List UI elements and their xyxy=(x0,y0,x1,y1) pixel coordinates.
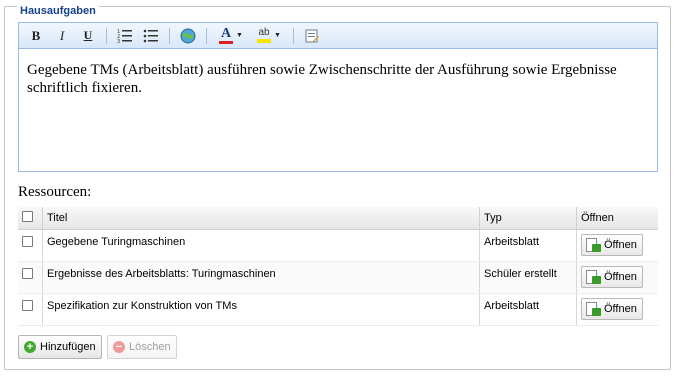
row-checkbox[interactable] xyxy=(22,300,33,311)
resource-title: Gegebene Turingmaschinen xyxy=(42,229,480,262)
bullet-list-icon xyxy=(143,29,158,42)
ordered-list-icon: 1 2 3 xyxy=(117,29,132,44)
delete-resource-button[interactable]: − Löschen xyxy=(107,335,177,359)
underline-button[interactable]: U xyxy=(77,26,99,46)
table-row[interactable]: Gegebene Turingmaschinen Arbeitsblatt Öf… xyxy=(18,229,658,262)
resource-type: Arbeitsblatt xyxy=(479,229,577,262)
toolbar-separator xyxy=(206,27,207,44)
open-button-label: Öffnen xyxy=(604,271,637,283)
highlight-color-button[interactable]: ab ▼ xyxy=(252,26,286,46)
resource-open-cell: Öffnen xyxy=(576,261,658,294)
add-resource-button[interactable]: + Hinzufügen xyxy=(18,335,102,359)
open-button-label: Öffnen xyxy=(604,239,637,251)
row-checkbox[interactable] xyxy=(22,268,33,279)
select-all-checkbox[interactable] xyxy=(22,211,33,222)
column-header-title[interactable]: Titel xyxy=(42,207,480,230)
delete-button-label: Löschen xyxy=(129,341,171,353)
editor-content[interactable]: Gegebene TMs (Arbeitsblatt) ausführen so… xyxy=(19,49,657,109)
toolbar-separator xyxy=(106,27,107,44)
column-header-open[interactable]: Öffnen xyxy=(576,207,658,230)
open-button[interactable]: Öffnen xyxy=(581,266,643,288)
section-title: Hausaufgaben xyxy=(17,6,99,17)
resource-title: Spezifikation zur Konstruktion von TMs xyxy=(42,293,480,326)
source-edit-button[interactable] xyxy=(301,26,323,46)
row-select-cell xyxy=(18,229,43,262)
source-edit-icon xyxy=(305,29,319,42)
open-document-icon xyxy=(585,269,601,285)
plus-icon: + xyxy=(24,341,36,353)
highlight-icon: ab xyxy=(257,28,272,43)
font-color-button[interactable]: A ▼ xyxy=(214,26,248,46)
resource-open-cell: Öffnen xyxy=(576,229,658,262)
row-select-cell xyxy=(18,261,43,294)
table-row[interactable]: Ergebnisse des Arbeitsblatts: Turingmasc… xyxy=(18,261,658,294)
column-header-type[interactable]: Typ xyxy=(479,207,577,230)
open-document-icon xyxy=(585,237,601,253)
ordered-list-button[interactable]: 1 2 3 xyxy=(114,26,136,46)
open-button[interactable]: Öffnen xyxy=(581,234,643,256)
resources-table: Titel Typ Öffnen Gegebene Turingmaschine… xyxy=(18,207,658,326)
italic-button[interactable]: I xyxy=(51,26,73,46)
open-document-icon xyxy=(585,301,601,317)
rich-text-editor[interactable]: B I U 1 2 3 A ▼ ab ▼ Gegebene TMs (Arbei… xyxy=(18,22,658,172)
table-header-row: Titel Typ Öffnen xyxy=(18,207,658,230)
resource-type: Schüler erstellt xyxy=(479,261,577,294)
row-select-cell xyxy=(18,293,43,326)
svg-text:3: 3 xyxy=(117,39,120,44)
bold-button[interactable]: B xyxy=(25,26,47,46)
resource-open-cell: Öffnen xyxy=(576,293,658,326)
resource-title: Ergebnisse des Arbeitsblatts: Turingmasc… xyxy=(42,261,480,294)
globe-link-icon xyxy=(180,28,196,43)
toolbar-separator xyxy=(293,27,294,44)
underline-icon: U xyxy=(83,28,93,42)
resource-type: Arbeitsblatt xyxy=(479,293,577,326)
bold-icon: B xyxy=(31,27,41,43)
row-checkbox[interactable] xyxy=(22,236,33,247)
bullet-list-button[interactable] xyxy=(140,26,162,46)
resources-label: Ressourcen: xyxy=(18,184,92,200)
chevron-down-icon: ▼ xyxy=(236,32,243,39)
font-color-icon: A xyxy=(219,26,234,44)
chevron-down-icon: ▼ xyxy=(274,32,281,39)
open-button-label: Öffnen xyxy=(604,303,637,315)
select-all-header[interactable] xyxy=(18,207,43,230)
minus-icon: − xyxy=(113,341,125,353)
add-button-label: Hinzufügen xyxy=(40,341,96,353)
open-button[interactable]: Öffnen xyxy=(581,298,643,320)
editor-toolbar: B I U 1 2 3 A ▼ ab ▼ xyxy=(19,23,657,49)
italic-icon: I xyxy=(59,27,65,43)
toolbar-separator xyxy=(169,27,170,44)
insert-link-button[interactable] xyxy=(177,26,199,46)
table-row[interactable]: Spezifikation zur Konstruktion von TMs A… xyxy=(18,293,658,326)
